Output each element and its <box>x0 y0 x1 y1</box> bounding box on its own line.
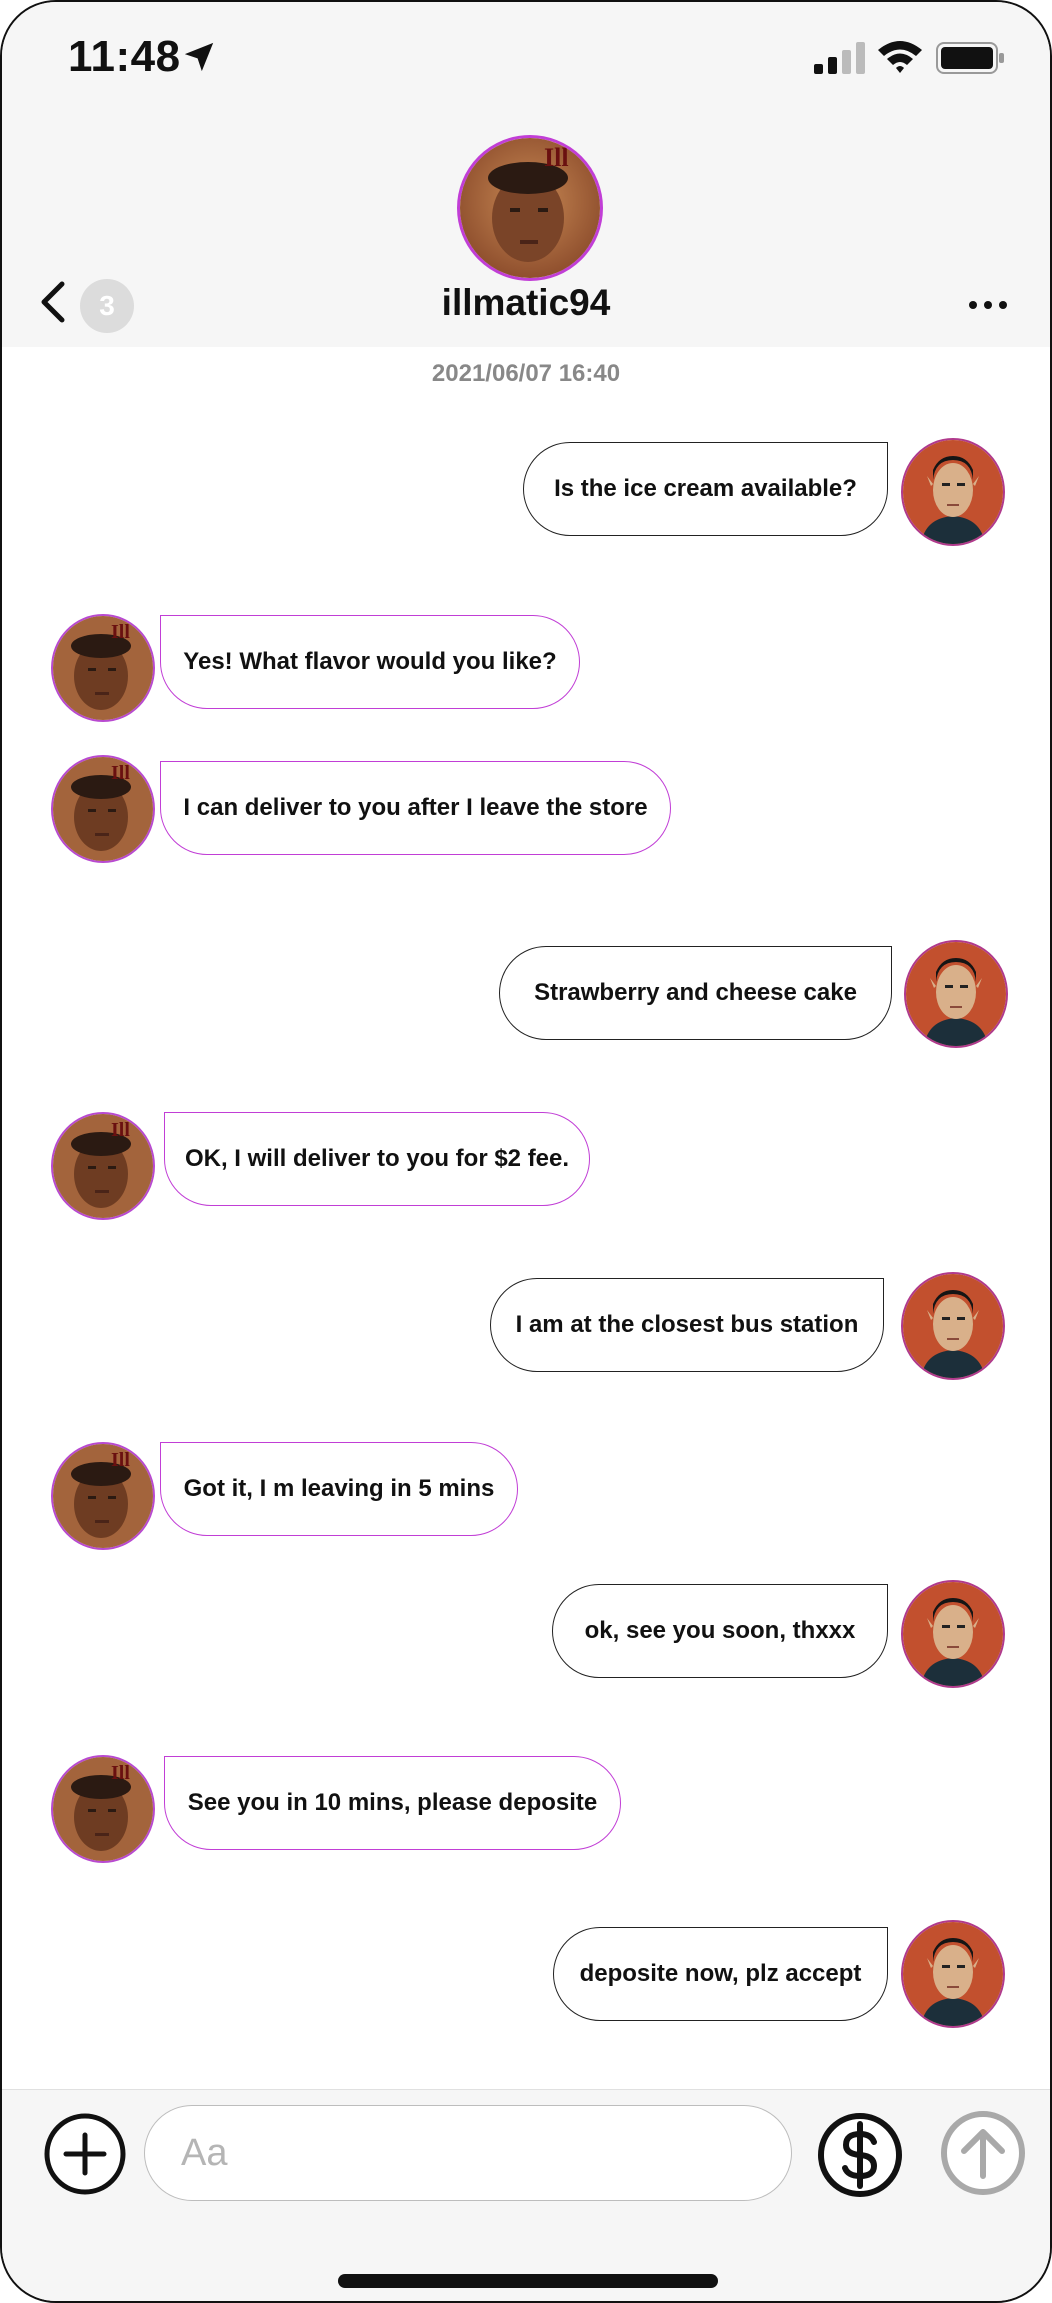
location-arrow-icon <box>184 42 214 72</box>
svg-text:Ill: Ill <box>111 762 130 784</box>
outgoing-message[interactable]: Strawberry and cheese cake <box>499 946 892 1040</box>
contact-avatar[interactable]: Ill <box>457 135 603 281</box>
svg-text:Ill: Ill <box>111 1119 130 1141</box>
outgoing-message[interactable]: deposite now, plz accept <box>553 1927 888 2021</box>
incoming-message[interactable]: I can deliver to you after I leave the s… <box>160 761 671 855</box>
contact-avatar-small[interactable]: Ill <box>51 755 155 863</box>
outgoing-message[interactable]: I am at the closest bus station <box>490 1278 884 1372</box>
svg-text:Ill: Ill <box>544 143 569 172</box>
status-time: 11:48 <box>68 32 181 81</box>
contact-avatar-small[interactable]: Ill <box>51 1755 155 1863</box>
incoming-message[interactable]: OK, I will deliver to you for $2 fee. <box>164 1112 590 1206</box>
contact-avatar-small[interactable]: Ill <box>51 1442 155 1550</box>
send-arrow-icon[interactable] <box>940 2110 1026 2196</box>
incoming-message[interactable]: Got it, I m leaving in 5 mins <box>160 1442 518 1536</box>
signal-icon <box>814 42 865 74</box>
more-dots-icon[interactable] <box>968 300 1008 310</box>
home-indicator[interactable] <box>338 2274 718 2288</box>
svg-text:Ill: Ill <box>111 1449 130 1471</box>
svg-text:Ill: Ill <box>111 621 130 643</box>
message-input[interactable] <box>144 2105 792 2201</box>
my-avatar[interactable] <box>901 1920 1005 2028</box>
plus-icon[interactable] <box>44 2113 126 2195</box>
my-avatar[interactable] <box>904 940 1008 1048</box>
conversation-timestamp: 2021/06/07 16:40 <box>431 360 621 387</box>
contact-name: illmatic94 <box>441 282 611 323</box>
outgoing-message[interactable]: ok, see you soon, thxxx <box>552 1584 888 1678</box>
contact-avatar-small[interactable]: Ill <box>51 1112 155 1220</box>
my-avatar[interactable] <box>901 1272 1005 1380</box>
wifi-icon <box>878 41 922 73</box>
my-avatar[interactable] <box>901 1580 1005 1688</box>
dollar-icon[interactable] <box>817 2112 903 2198</box>
battery-icon <box>936 42 1004 74</box>
incoming-message[interactable]: See you in 10 mins, please deposite <box>164 1756 621 1850</box>
outgoing-message[interactable]: Is the ice cream available? <box>523 442 888 536</box>
svg-text:Ill: Ill <box>111 1762 130 1784</box>
phone-screen: 11:48 Ill 3 illmatic94 2021/06/07 16:40 … <box>0 0 1052 2303</box>
contact-avatar-small[interactable]: Ill <box>51 614 155 722</box>
my-avatar[interactable] <box>901 438 1005 546</box>
incoming-message[interactable]: Yes! What flavor would you like? <box>160 615 580 709</box>
